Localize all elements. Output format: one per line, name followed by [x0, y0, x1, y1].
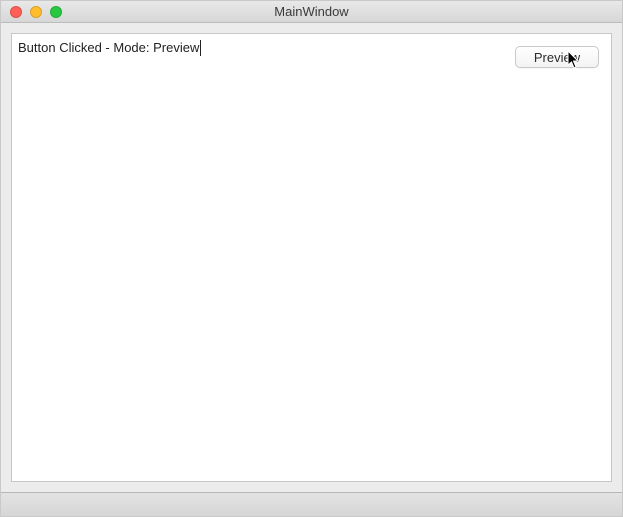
preview-button-label: Preview [534, 50, 580, 65]
content-panel: Button Clicked - Mode: Preview Preview [11, 33, 612, 482]
titlebar: MainWindow [1, 1, 622, 23]
minimize-icon[interactable] [30, 6, 42, 18]
preview-button[interactable]: Preview [515, 46, 599, 68]
window-controls [1, 6, 62, 18]
status-text[interactable]: Button Clicked - Mode: Preview [18, 40, 201, 56]
client-area: Button Clicked - Mode: Preview Preview [1, 23, 622, 492]
main-window: MainWindow Button Clicked - Mode: Previe… [0, 0, 623, 517]
window-title: MainWindow [1, 4, 622, 19]
close-icon[interactable] [10, 6, 22, 18]
status-bar [1, 492, 622, 516]
maximize-icon[interactable] [50, 6, 62, 18]
